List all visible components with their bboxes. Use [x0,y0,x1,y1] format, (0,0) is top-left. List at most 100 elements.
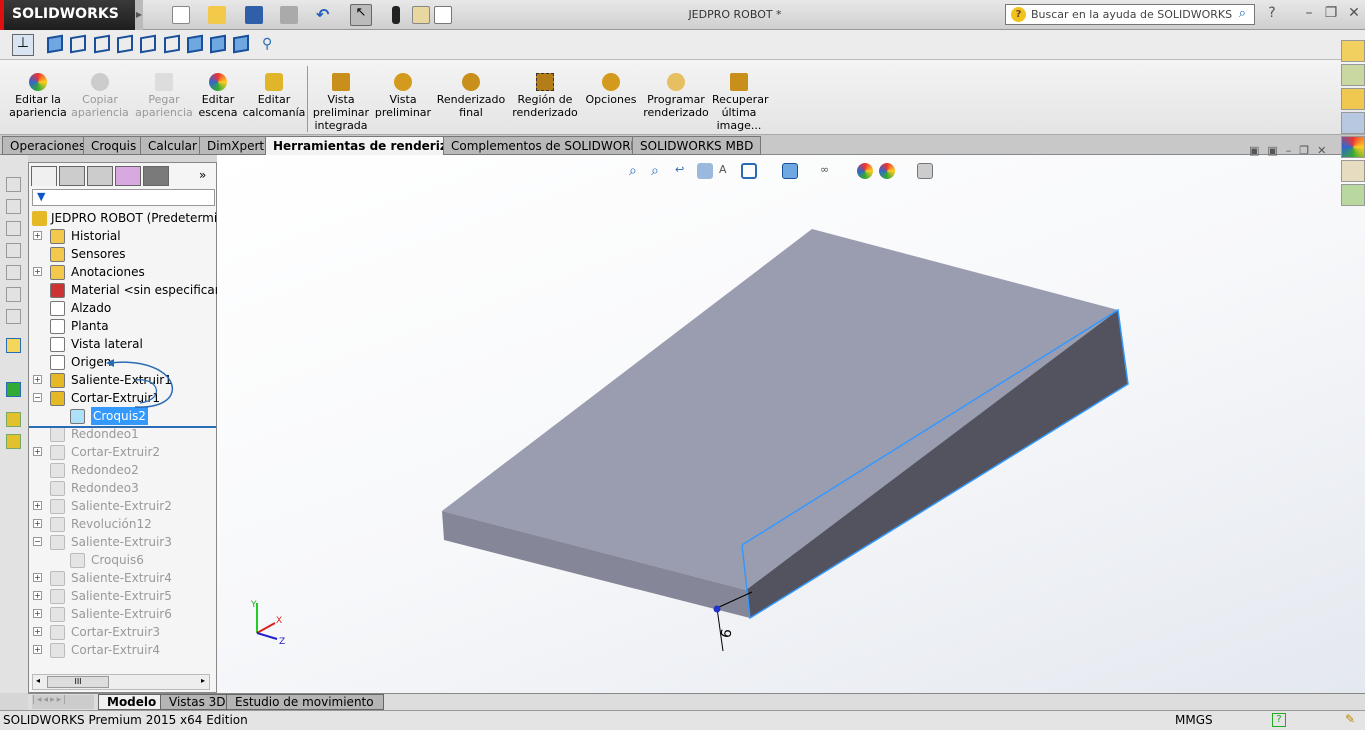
view-selector-icon[interactable]: ⚲ [262,36,278,52]
feature-icon[interactable] [6,412,21,427]
scroll-left-icon[interactable]: ◂ [36,676,40,685]
ribbon-button-edit-appearance[interactable]: Editar la apariencia [8,64,68,119]
bottom-tab-vistas-3d[interactable]: Vistas 3D [160,694,235,710]
expand-toggle-icon[interactable]: + [33,447,42,456]
box-icon[interactable] [6,309,21,324]
scroll-thumb[interactable]: III [47,676,109,688]
expand-toggle-icon[interactable]: + [33,591,42,600]
close-icon[interactable]: ✕ [1345,5,1363,23]
print-icon[interactable] [280,6,298,24]
rollback-bar[interactable] [29,426,216,428]
featuremanager-tab-icon[interactable] [31,166,57,186]
sketch-icon[interactable] [6,338,21,353]
view-back-icon[interactable] [70,34,86,54]
expand-toggle-icon[interactable]: + [33,573,42,582]
expand-toggle-icon[interactable]: + [33,645,42,654]
rebuild-icon[interactable] [392,6,400,24]
dimxpertmanager-tab-icon[interactable] [115,166,141,186]
ribbon-button-recall-image[interactable]: Recuperar última image... [712,64,768,132]
box-icon[interactable] [6,243,21,258]
save-icon[interactable] [245,6,263,24]
ribbon-button-render-region[interactable]: Región de renderizado [510,64,580,119]
custom-properties-icon[interactable] [1341,160,1365,182]
select-pointer-icon[interactable]: ↖ [350,4,372,26]
units-selector[interactable]: MMGS [1175,713,1213,727]
expand-toggle-icon[interactable]: + [33,501,42,510]
forum-icon[interactable] [1341,184,1365,206]
tab-complementos[interactable]: Complementos de SOLIDWORKS [443,136,655,155]
displaymanager-tab-icon[interactable] [143,166,169,186]
appearances-scenes-icon[interactable] [1341,136,1365,158]
expand-toggle-icon[interactable]: + [33,375,42,384]
box-icon[interactable] [6,287,21,302]
view-front-icon[interactable] [47,34,63,54]
view-left-icon[interactable] [94,34,110,54]
solidworks-resources-icon[interactable] [1341,40,1365,62]
expand-toggle-icon[interactable]: + [33,519,42,528]
ribbon-button-preview-window[interactable]: Vista preliminar [374,64,432,119]
isometric-icon[interactable] [187,34,203,54]
expand-toggle-icon[interactable]: + [33,231,42,240]
solidworks-logo[interactable]: SOLIDWORKS [0,0,135,30]
tab-solidworks-mbd[interactable]: SOLIDWORKS MBD [632,136,762,155]
tree-filter-input[interactable]: ▼ [32,189,215,206]
view-top-icon[interactable] [140,34,156,54]
configurationmanager-tab-icon[interactable] [87,166,113,186]
normal-to-icon[interactable]: ⊥ [12,34,34,56]
relations-icon[interactable] [6,382,21,397]
design-library-icon[interactable] [1341,64,1365,86]
feature-icon[interactable] [6,434,21,449]
box-icon[interactable] [6,177,21,192]
file-properties-icon[interactable] [412,6,430,24]
tab-dimxpert[interactable]: DimXpert [199,136,273,155]
expand-toggle-icon[interactable]: − [33,393,42,402]
trimetric-icon[interactable] [210,34,226,54]
view-right-icon[interactable] [117,34,133,54]
expand-toggle-icon[interactable]: + [33,627,42,636]
scroll-right-icon[interactable]: ▸ [201,676,205,685]
tab-croquis[interactable]: Croquis [83,136,145,155]
view-palette-icon[interactable] [1341,112,1365,134]
ribbon-button-schedule-render[interactable]: Programar renderizado [642,64,710,119]
propertymanager-tab-icon[interactable] [59,166,85,186]
graphics-area[interactable]: ⌕ ⌕ ↩ A ∞ ▣▣–❐✕ 6 Y X Z [217,144,1365,693]
bottom-tab-modelo[interactable]: Modelo [98,694,166,710]
tab-calcular[interactable]: Calcular [140,136,205,155]
tab-scroll-arrows[interactable]: |◂◂▸▸| [32,695,94,709]
ribbon-button-copy-appearance[interactable]: Copiar apariencia [70,64,130,119]
bottom-tab-estudio-movimiento[interactable]: Estudio de movimiento 1 [226,694,384,723]
smart-dimension-icon[interactable] [6,360,21,375]
expand-toggle-icon[interactable]: − [33,537,42,546]
undo-icon[interactable]: ↶ [316,6,334,24]
help-icon[interactable]: ? [1263,5,1281,23]
status-edit-icon[interactable]: ✎ [1345,712,1355,726]
box-icon[interactable] [6,199,21,214]
box-icon[interactable] [6,265,21,280]
view-bottom-icon[interactable] [164,34,180,54]
search-icon[interactable]: ⌕ [1239,6,1246,21]
menu-expand-arrow[interactable]: ▶ [135,0,143,30]
ribbon-button-edit-scene[interactable]: Editar escena [198,64,238,119]
file-explorer-icon[interactable] [1341,88,1365,110]
ribbon-button-final-render[interactable]: Renderizado final [436,64,506,119]
bottom-tabs: |◂◂▸▸| Modelo Vistas 3D Estudio de movim… [28,693,1365,723]
tree-item-label: Saliente-Extruir4 [71,571,172,585]
ribbon-button-paste-appearance[interactable]: Pegar apariencia [134,64,194,119]
options-icon[interactable] [434,6,452,24]
ribbon-button-integrated-preview[interactable]: Vista preliminar integrada [312,64,370,132]
restore-icon[interactable]: ❐ [1322,5,1340,23]
help-search-input[interactable]: ? Buscar en la ayuda de SOLIDWORKS ⌕ [1005,4,1255,25]
tree-horizontal-scrollbar[interactable]: ◂ III ▸ [32,674,210,690]
tab-operaciones[interactable]: Operaciones [2,136,94,155]
dimetric-icon[interactable] [233,34,249,54]
ribbon-button-edit-decal[interactable]: Editar calcomanía [242,64,306,119]
new-document-icon[interactable] [172,6,190,24]
expand-toggle-icon[interactable]: + [33,609,42,618]
open-folder-icon[interactable] [208,6,226,24]
expand-toggle-icon[interactable]: + [33,267,42,276]
box-icon[interactable] [6,221,21,236]
help-icon[interactable]: ? [1272,713,1286,727]
ribbon-button-options[interactable]: Opciones [584,64,638,106]
expand-tabs-icon[interactable]: » [199,168,206,182]
minimize-icon[interactable]: – [1300,5,1318,23]
